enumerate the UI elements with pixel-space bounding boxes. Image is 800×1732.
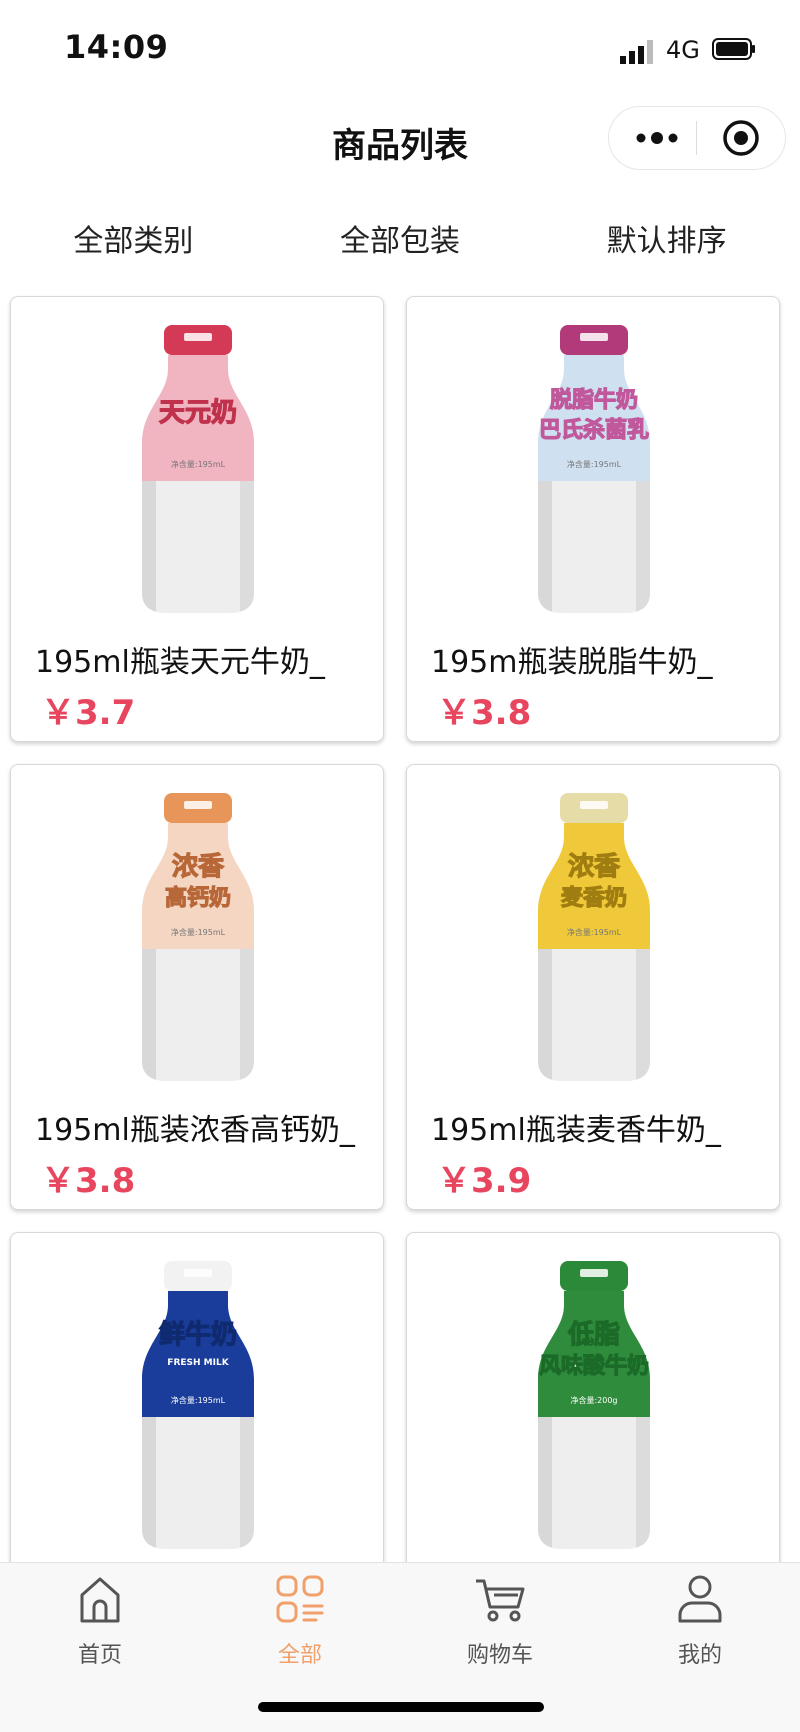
milk-bottle: 低脂风味酸牛奶净含量:200g	[538, 1261, 650, 1549]
svg-text:脱脂牛奶: 脱脂牛奶	[550, 387, 638, 413]
milk-bottle: 天元奶净含量:195mL	[142, 325, 254, 613]
status-bar: 14:09 4G	[0, 0, 800, 96]
capsule-divider	[696, 121, 697, 155]
svg-text:净含量:195mL: 净含量:195mL	[171, 459, 226, 469]
grid-list-icon	[276, 1575, 324, 1623]
product-price: ￥3.9	[437, 1161, 532, 1201]
svg-text:风味酸牛奶: 风味酸牛奶	[539, 1353, 649, 1379]
product-name: 195ml瓶装浓香高钙奶_	[35, 1113, 355, 1148]
status-time: 14:09	[64, 28, 169, 66]
battery-icon	[712, 38, 755, 60]
tab-label: 我的	[677, 1643, 722, 1668]
signal-icon	[620, 40, 653, 64]
filter-package[interactable]: 全部包装	[267, 200, 534, 276]
more-icon[interactable]	[633, 125, 681, 151]
product-image: 鲜牛奶 FRESH MILK 净含量:195mL	[142, 1261, 254, 1549]
product-image: 脱脂牛奶巴氏杀菌乳净含量:195mL	[538, 325, 650, 613]
filter-category[interactable]: 全部类别	[0, 200, 267, 276]
product-price: ￥3.7	[41, 693, 136, 733]
tab-label: 首页	[77, 1643, 122, 1668]
cart-icon	[476, 1579, 525, 1622]
svg-text:高钙奶: 高钙奶	[165, 885, 231, 911]
nav-bar: 商品列表	[0, 96, 800, 180]
svg-text:净含量:195mL: 净含量:195mL	[567, 927, 622, 937]
product-name: 195ml瓶装天元牛奶_	[35, 645, 325, 680]
tab-home[interactable]: 首页	[0, 1563, 200, 1683]
svg-text:净含量:195mL: 净含量:195mL	[171, 927, 226, 937]
milk-bottle: 鲜牛奶 FRESH MILK 净含量:195mL	[142, 1261, 254, 1549]
filter-sort[interactable]: 默认排序	[533, 200, 800, 276]
svg-text:天元奶: 天元奶	[159, 397, 237, 428]
product-image: 低脂风味酸牛奶净含量:200g	[538, 1261, 650, 1549]
product-image: 浓香麦香奶净含量:195mL	[538, 793, 650, 1081]
network-type: 4G	[666, 36, 700, 64]
tab-all[interactable]: 全部	[200, 1563, 400, 1683]
product-name: 195ml瓶装麦香牛奶_	[431, 1113, 721, 1148]
milk-bottle: 浓香高钙奶净含量:195mL	[142, 793, 254, 1081]
tab-mine[interactable]: 我的	[600, 1563, 800, 1683]
svg-text:FRESH MILK: FRESH MILK	[167, 1358, 229, 1368]
product-price: ￥3.8	[437, 693, 532, 733]
product-price: ￥3.8	[41, 1161, 136, 1201]
tab-label: 购物车	[466, 1643, 533, 1668]
product-card[interactable]: 脱脂牛奶巴氏杀菌乳净含量:195mL 195m瓶装脱脂牛奶_ ￥3.8	[406, 296, 780, 742]
svg-text:鲜牛奶: 鲜牛奶	[159, 1319, 237, 1350]
home-icon	[80, 1577, 120, 1623]
svg-text:净含量:195mL: 净含量:195mL	[567, 459, 622, 469]
svg-text:麦香奶: 麦香奶	[561, 885, 627, 911]
filter-row: 全部类别 全部包装 默认排序	[0, 200, 800, 276]
svg-text:浓香: 浓香	[172, 852, 224, 882]
svg-text:净含量:200g: 净含量:200g	[570, 1395, 617, 1405]
product-image: 浓香高钙奶净含量:195mL	[142, 793, 254, 1081]
product-card[interactable]: 浓香高钙奶净含量:195mL 195ml瓶装浓香高钙奶_ ￥3.8	[10, 764, 384, 1210]
product-card[interactable]: 天元奶净含量:195mL 195ml瓶装天元牛奶_ ￥3.7	[10, 296, 384, 742]
product-card[interactable]: 浓香麦香奶净含量:195mL 195ml瓶装麦香牛奶_ ￥3.9	[406, 764, 780, 1210]
close-target-icon[interactable]	[722, 119, 760, 157]
mini-program-capsule	[608, 106, 786, 170]
product-name: 195m瓶装脱脂牛奶_	[431, 645, 713, 680]
svg-text:巴氏杀菌乳: 巴氏杀菌乳	[539, 417, 649, 443]
tab-cart[interactable]: 购物车	[400, 1563, 600, 1683]
home-indicator	[258, 1702, 544, 1712]
milk-bottle: 脱脂牛奶巴氏杀菌乳净含量:195mL	[538, 325, 650, 613]
product-image: 天元奶净含量:195mL	[142, 325, 254, 613]
svg-text:低脂: 低脂	[567, 1320, 620, 1350]
milk-bottle: 浓香麦香奶净含量:195mL	[538, 793, 650, 1081]
tab-label: 全部	[277, 1643, 322, 1668]
user-icon	[678, 1575, 722, 1623]
svg-text:浓香: 浓香	[568, 852, 620, 882]
svg-text:净含量:195mL: 净含量:195mL	[171, 1395, 226, 1405]
